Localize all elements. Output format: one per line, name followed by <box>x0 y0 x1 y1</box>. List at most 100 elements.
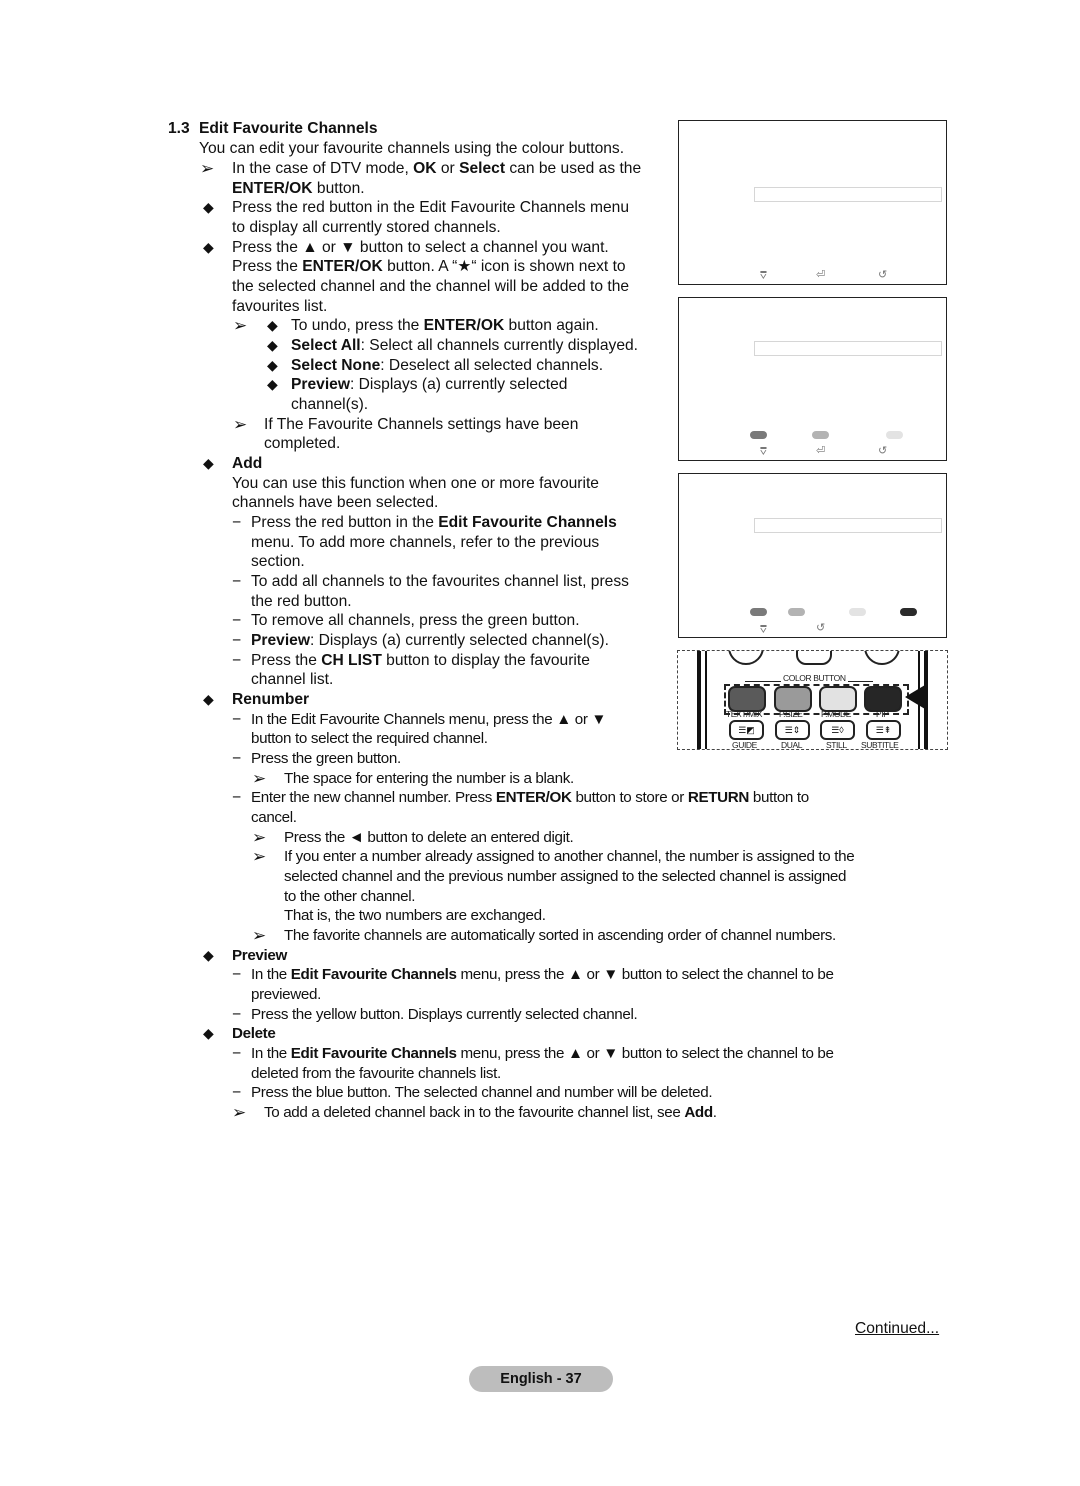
dtv-note-cont: ENTER/OK button. <box>232 180 365 197</box>
blue-button-indicator <box>900 608 917 616</box>
select-channel-text-2: Press the ENTER/OK button. A “★“ icon is… <box>232 258 626 275</box>
note-arrow-icon: ➢ <box>233 316 248 335</box>
return-icon: ↺ <box>878 269 888 281</box>
remote-label-dual: DUAL <box>781 740 803 750</box>
red-button-text: Press the red button in the Edit Favouri… <box>232 199 630 216</box>
page-number-badge: English - 37 <box>469 1366 613 1392</box>
ch-list-text-cont: channel list. <box>251 671 334 688</box>
add-red-menu: Press the red button in the Edit Favouri… <box>251 514 617 531</box>
add-red-menu-cont2: section. <box>251 553 305 570</box>
dash-bullet: − <box>232 652 242 669</box>
delete-blue: Press the blue button. The selected chan… <box>251 1084 713 1101</box>
renumber-assigned-2: selected channel and the previous number… <box>284 868 847 885</box>
diamond-bullet-icon: ◆ <box>203 455 214 471</box>
green-button-indicator <box>812 431 829 439</box>
section-intro: You can edit your favourite channels usi… <box>199 140 625 157</box>
diamond-bullet-icon: ◆ <box>203 691 214 707</box>
subtitle-button-icon: ☰⇞ <box>866 720 901 740</box>
move-icon: ⩢ <box>760 446 767 458</box>
renumber-assigned-4: That is, the two numbers are exchanged. <box>284 907 546 924</box>
renumber-green: Press the green button. <box>251 750 401 767</box>
tv-screen-3: ⩢ ↺ <box>678 473 947 638</box>
delete-heading: Delete <box>232 1025 276 1042</box>
completed-note: If The Favourite Channels settings have … <box>264 416 579 433</box>
dash-bullet: − <box>232 1045 242 1062</box>
diamond-bullet-icon: ◆ <box>203 947 214 963</box>
tv-screen-1: ⩢ ⏎ ↺ <box>678 120 947 285</box>
remote-top-button <box>728 651 764 665</box>
remote-label-pmode: P.MODE <box>821 709 852 719</box>
note-arrow-icon: ➢ <box>232 1103 247 1122</box>
preview-select-cont: previewed. <box>251 986 321 1003</box>
preview-note: Preview: Displays (a) currently selected <box>291 376 568 393</box>
red-button-text-cont: to display all currently stored channels… <box>232 219 501 236</box>
yellow-button-indicator <box>849 608 866 616</box>
remote-label-text-mix: TEXT/MIX <box>726 709 762 719</box>
diamond-bullet-icon: ◆ <box>267 337 278 353</box>
pointer-arrow-icon <box>905 685 925 709</box>
dash-bullet: − <box>232 573 242 590</box>
dash-bullet: − <box>232 1006 242 1023</box>
dual-button-icon: ☰⇕ <box>775 720 810 740</box>
undo-note: To undo, press the ENTER/OK button again… <box>291 317 599 334</box>
add-heading: Add <box>232 455 263 472</box>
diamond-bullet-icon: ◆ <box>267 317 278 333</box>
remote-edge <box>705 651 707 749</box>
enter-icon: ⏎ <box>816 445 826 457</box>
remote-control-illustration: COLOR BUTTON TEXT/MIX P.SIZE P.MODE PIP … <box>677 650 948 750</box>
select-channel-text: Press the ▲ or ▼ button to select a chan… <box>232 239 609 256</box>
preview-select: In the Edit Favourite Channels menu, pre… <box>251 966 834 983</box>
guide-button-icon: ☰◩ <box>729 720 764 740</box>
note-arrow-icon: ➢ <box>252 926 267 945</box>
continued-link: Continued... <box>855 1320 940 1337</box>
dash-bullet: − <box>232 612 242 629</box>
add-preview-text: Preview: Displays (a) currently selected… <box>251 632 609 649</box>
green-button-indicator <box>788 608 805 616</box>
enter-icon: ⏎ <box>816 269 826 281</box>
diamond-bullet-icon: ◆ <box>203 239 214 255</box>
tv-screen-2: ⩢ ⏎ ↺ <box>678 297 947 461</box>
note-arrow-icon: ➢ <box>252 847 267 866</box>
diamond-bullet-icon: ◆ <box>267 357 278 373</box>
dash-bullet: − <box>232 1084 242 1101</box>
diamond-bullet-icon: ◆ <box>203 199 214 215</box>
delete-select-cont: deleted from the favourite channels list… <box>251 1065 501 1082</box>
dash-bullet: − <box>232 966 242 983</box>
add-red-menu-cont: menu. To add more channels, refer to the… <box>251 534 600 551</box>
ch-list-text: Press the CH LIST button to display the … <box>251 652 590 669</box>
move-icon: ⩢ <box>760 270 767 282</box>
renumber-assigned: If you enter a number already assigned t… <box>284 848 855 865</box>
section-number: 1.3 <box>168 120 190 137</box>
select-all-note: Select All: Select all channels currentl… <box>291 337 638 354</box>
diamond-bullet-icon: ◆ <box>203 1025 214 1041</box>
select-none-note: Select None: Deselect all selected chann… <box>291 357 604 374</box>
delete-select: In the Edit Favourite Channels menu, pre… <box>251 1045 834 1062</box>
add-all-text-cont: the red button. <box>251 593 352 610</box>
add-desc: You can use this function when one or mo… <box>232 475 599 492</box>
renumber-blank-note: The space for entering the number is a b… <box>284 770 574 787</box>
renumber-delete-digit: Press the ◄ button to delete an entered … <box>284 829 574 846</box>
dtv-note: In the case of DTV mode, OK or Select ca… <box>232 160 642 177</box>
dash-bullet: − <box>232 789 242 806</box>
remote-top-button <box>864 651 900 665</box>
remote-label-still: STILL <box>826 740 847 750</box>
note-arrow-icon: ➢ <box>200 159 215 178</box>
renumber-select: In the Edit Favourite Channels menu, pre… <box>251 711 607 728</box>
dash-bullet: − <box>232 514 242 531</box>
select-channel-text-3: the selected channel and the channel wil… <box>232 278 630 295</box>
channel-field <box>754 341 942 356</box>
remove-all-text: To remove all channels, press the green … <box>251 612 580 629</box>
return-icon: ↺ <box>878 445 888 457</box>
note-arrow-icon: ➢ <box>252 769 267 788</box>
remote-label-psize: P.SIZE <box>779 709 803 719</box>
add-desc-cont: channels have been selected. <box>232 494 439 511</box>
remote-label-guide: GUIDE <box>732 740 757 750</box>
delete-note: To add a deleted channel back in to the … <box>264 1104 717 1121</box>
remote-label-subtitle: SUBTITLE <box>861 740 899 750</box>
section-title: Edit Favourite Channels <box>199 120 378 137</box>
move-icon: ⩢ <box>760 624 767 636</box>
dash-bullet: − <box>232 750 242 767</box>
red-button-indicator <box>750 608 767 616</box>
channel-field <box>754 518 942 533</box>
remote-edge <box>697 651 701 749</box>
